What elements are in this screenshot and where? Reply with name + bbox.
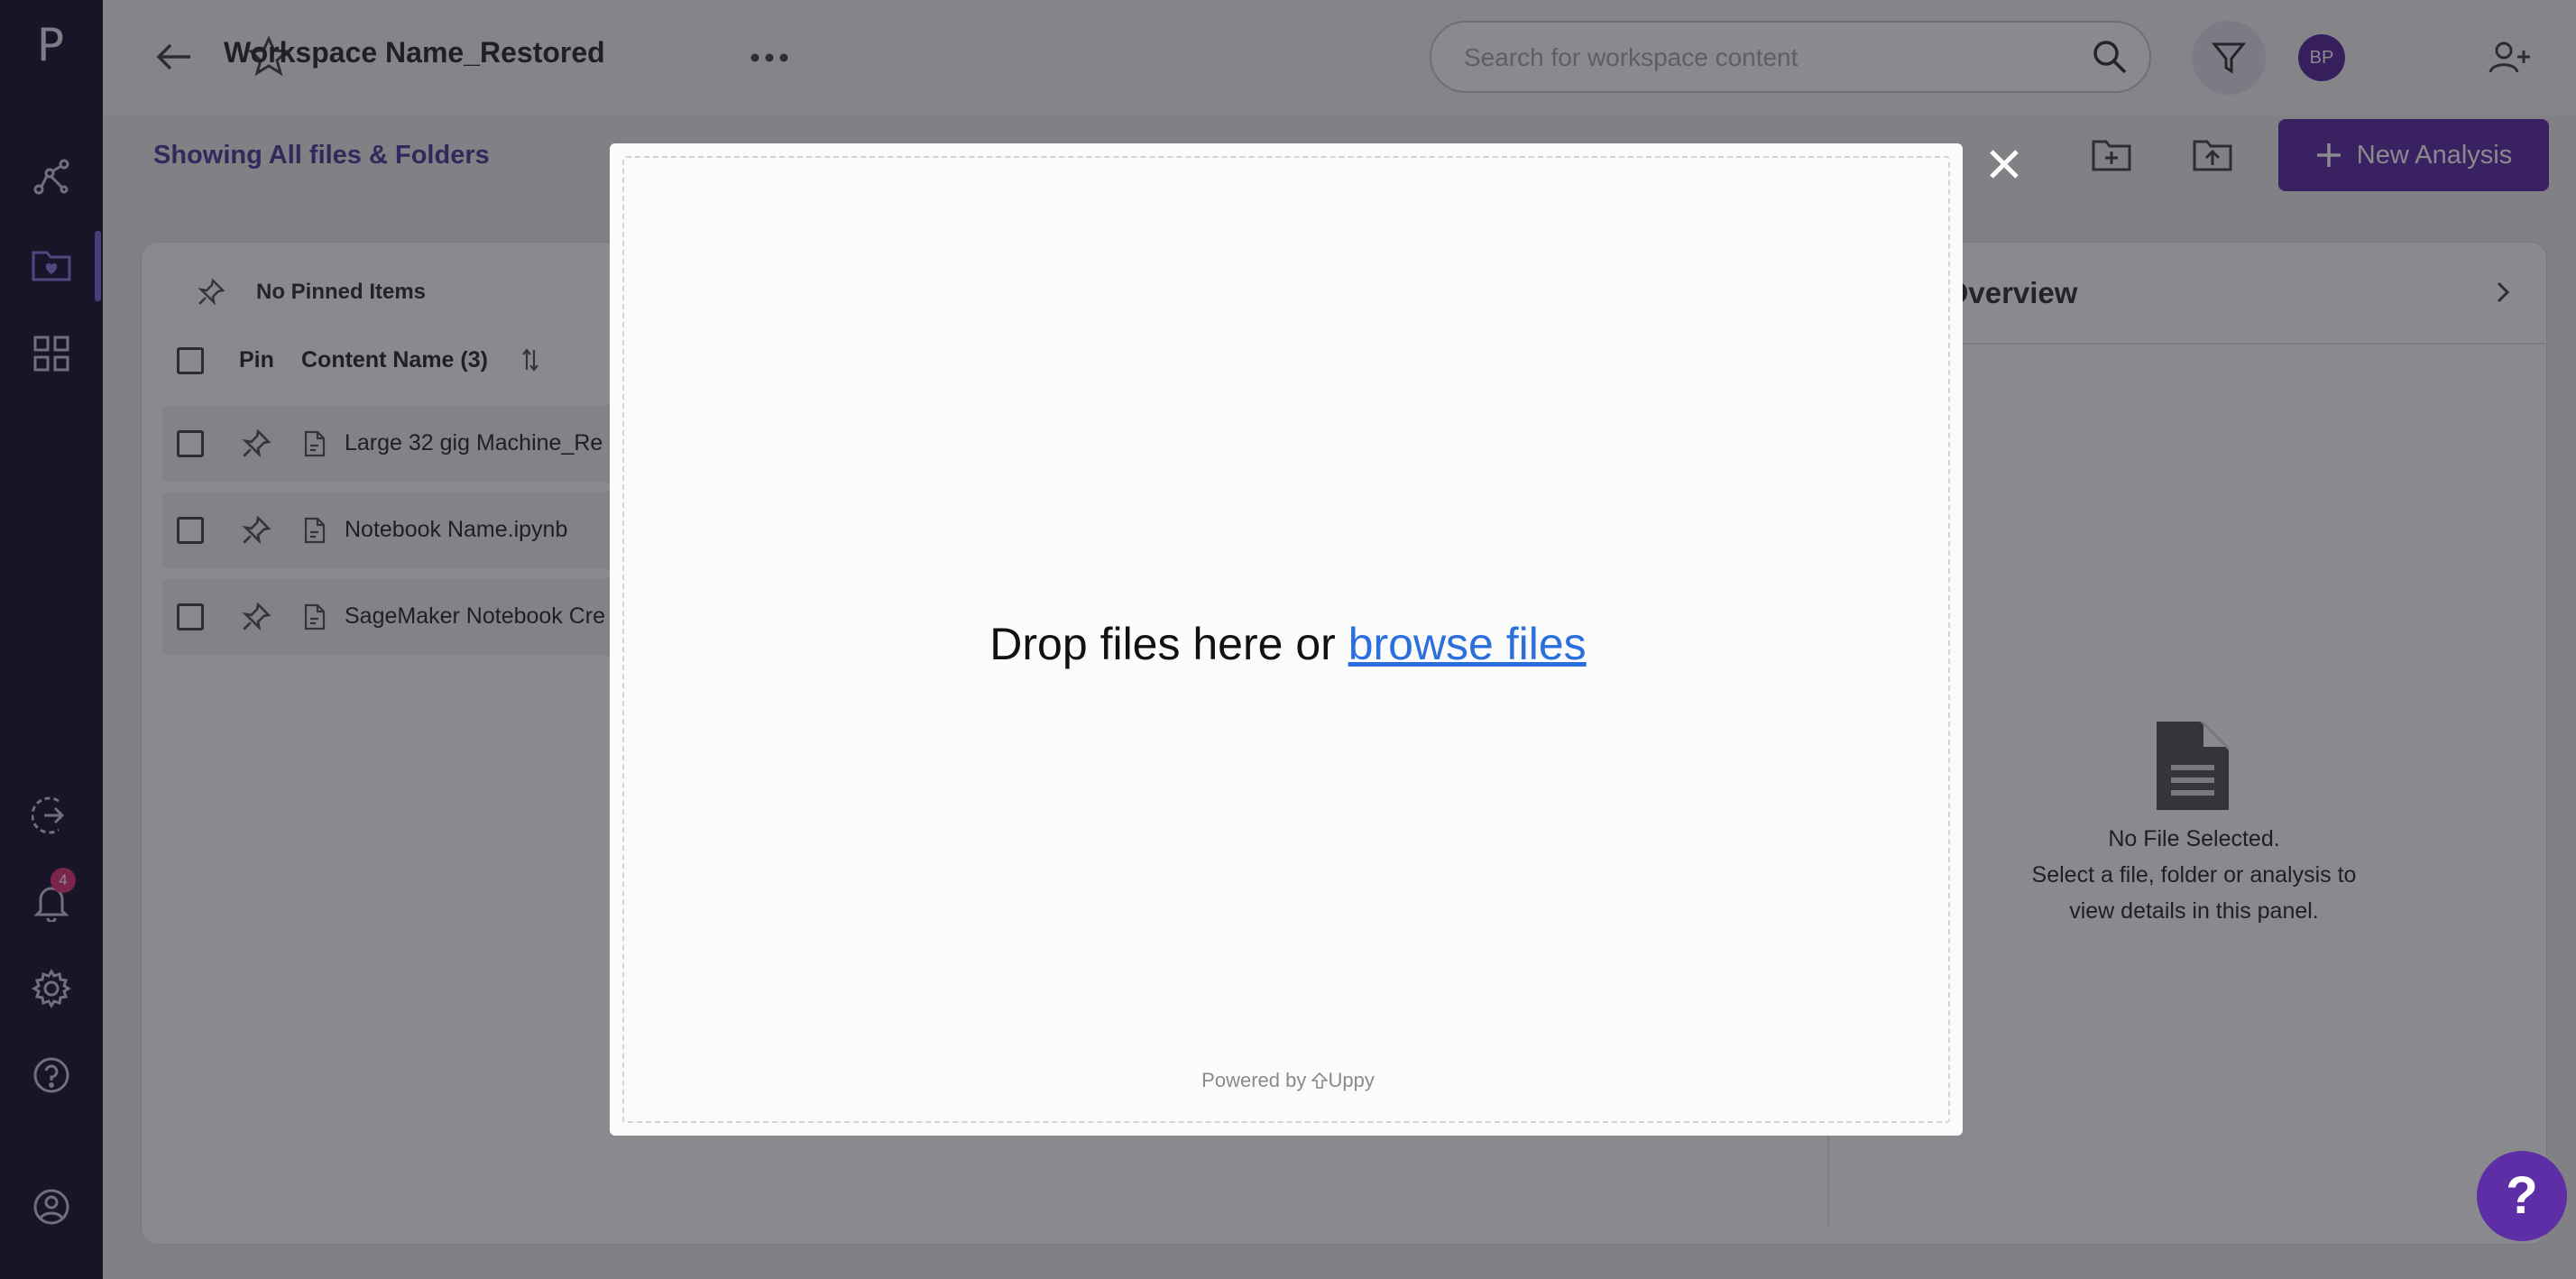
upload-dialog: Drop files here or browse files Powered … xyxy=(610,143,1963,1136)
close-icon[interactable] xyxy=(1977,137,2031,191)
uppy-brand: Uppy xyxy=(1328,1069,1375,1091)
browse-files-link[interactable]: browse files xyxy=(1348,619,1587,669)
uppy-logo-icon xyxy=(1311,1072,1329,1089)
powered-by-label: Powered by xyxy=(1201,1069,1307,1091)
powered-by: Powered by Uppy xyxy=(624,1069,1952,1092)
help-fab-button[interactable]: ? xyxy=(2477,1151,2567,1241)
drop-prompt-text: Drop files here or xyxy=(989,619,1348,669)
drop-zone[interactable]: Drop files here or browse files Powered … xyxy=(622,156,1950,1123)
app-root: P xyxy=(0,0,2576,1279)
drop-prompt: Drop files here or browse files xyxy=(624,618,1952,670)
